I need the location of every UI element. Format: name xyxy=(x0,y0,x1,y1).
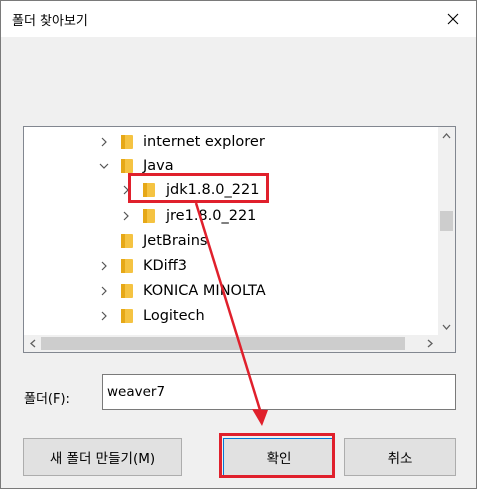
chevron-left-icon xyxy=(29,339,35,348)
browse-folder-dialog: 폴더 찾아보기 internet explorer Java jdk1.8.0_… xyxy=(0,0,477,489)
chevron-right-icon[interactable] xyxy=(121,185,131,195)
chevron-up-icon xyxy=(442,132,451,138)
tree-item-jdk[interactable]: jdk1.8.0_221 xyxy=(24,177,434,202)
folder-icon xyxy=(121,283,133,298)
chevron-right-icon[interactable] xyxy=(99,311,109,321)
title-bar: 폴더 찾아보기 xyxy=(1,1,476,37)
tree-item-konica-minolta[interactable]: KONICA MINOLTA xyxy=(24,278,434,303)
tree-item-label: JetBrains xyxy=(143,232,208,249)
vertical-scrollbar[interactable] xyxy=(438,127,455,335)
tree-item-label: jdk1.8.0_221 xyxy=(166,181,260,198)
scroll-right-button[interactable] xyxy=(421,335,438,352)
tree-item-internet-explorer[interactable]: internet explorer xyxy=(24,129,434,154)
tree-item-label: KONICA MINOLTA xyxy=(143,282,266,299)
folder-icon xyxy=(121,158,133,173)
folder-icon xyxy=(121,258,133,273)
chevron-right-icon[interactable] xyxy=(99,286,109,296)
folder-icon xyxy=(143,182,155,197)
scroll-down-button[interactable] xyxy=(438,318,455,335)
new-folder-button[interactable]: 새 폴더 만들기(M) xyxy=(23,438,182,476)
chevron-down-icon xyxy=(442,324,451,330)
horizontal-scroll-thumb[interactable] xyxy=(41,337,405,350)
folder-icon xyxy=(121,134,133,149)
folder-icon xyxy=(143,208,155,223)
chevron-right-icon[interactable] xyxy=(121,211,131,221)
tree-item-label: internet explorer xyxy=(143,133,265,150)
scroll-up-button[interactable] xyxy=(438,127,455,144)
dialog-title: 폴더 찾아보기 xyxy=(12,14,88,29)
scroll-left-button[interactable] xyxy=(24,335,41,352)
vertical-scroll-thumb[interactable] xyxy=(440,211,453,231)
cancel-button[interactable]: 취소 xyxy=(344,438,456,476)
folder-field-label: 폴더(F): xyxy=(24,392,70,407)
tree-item-label: Java xyxy=(143,157,174,174)
folder-name-input[interactable] xyxy=(102,374,456,410)
folder-icon xyxy=(121,233,133,248)
tree-item-kdiff3[interactable]: KDiff3 xyxy=(24,253,434,278)
tree-item-label: jre1.8.0_221 xyxy=(166,207,257,224)
scrollbar-corner xyxy=(438,335,455,352)
tree-item-jetbrains[interactable]: JetBrains xyxy=(24,228,434,253)
close-icon xyxy=(447,13,459,25)
chevron-right-icon[interactable] xyxy=(99,137,109,147)
tree-item-jre[interactable]: jre1.8.0_221 xyxy=(24,203,434,228)
tree-item-logitech[interactable]: Logitech xyxy=(24,303,434,328)
tree-item-label: KDiff3 xyxy=(143,257,187,274)
folder-icon xyxy=(121,308,133,323)
ok-button[interactable]: 확인 xyxy=(223,438,335,476)
chevron-right-icon xyxy=(427,339,433,348)
horizontal-scrollbar[interactable] xyxy=(24,335,455,352)
close-button[interactable] xyxy=(430,1,476,37)
chevron-down-icon[interactable] xyxy=(99,161,109,171)
tree-item-label: Logitech xyxy=(143,307,205,324)
folder-tree[interactable]: internet explorer Java jdk1.8.0_221 jre1… xyxy=(23,126,456,353)
tree-item-java[interactable]: Java xyxy=(24,153,434,178)
chevron-right-icon[interactable] xyxy=(99,261,109,271)
